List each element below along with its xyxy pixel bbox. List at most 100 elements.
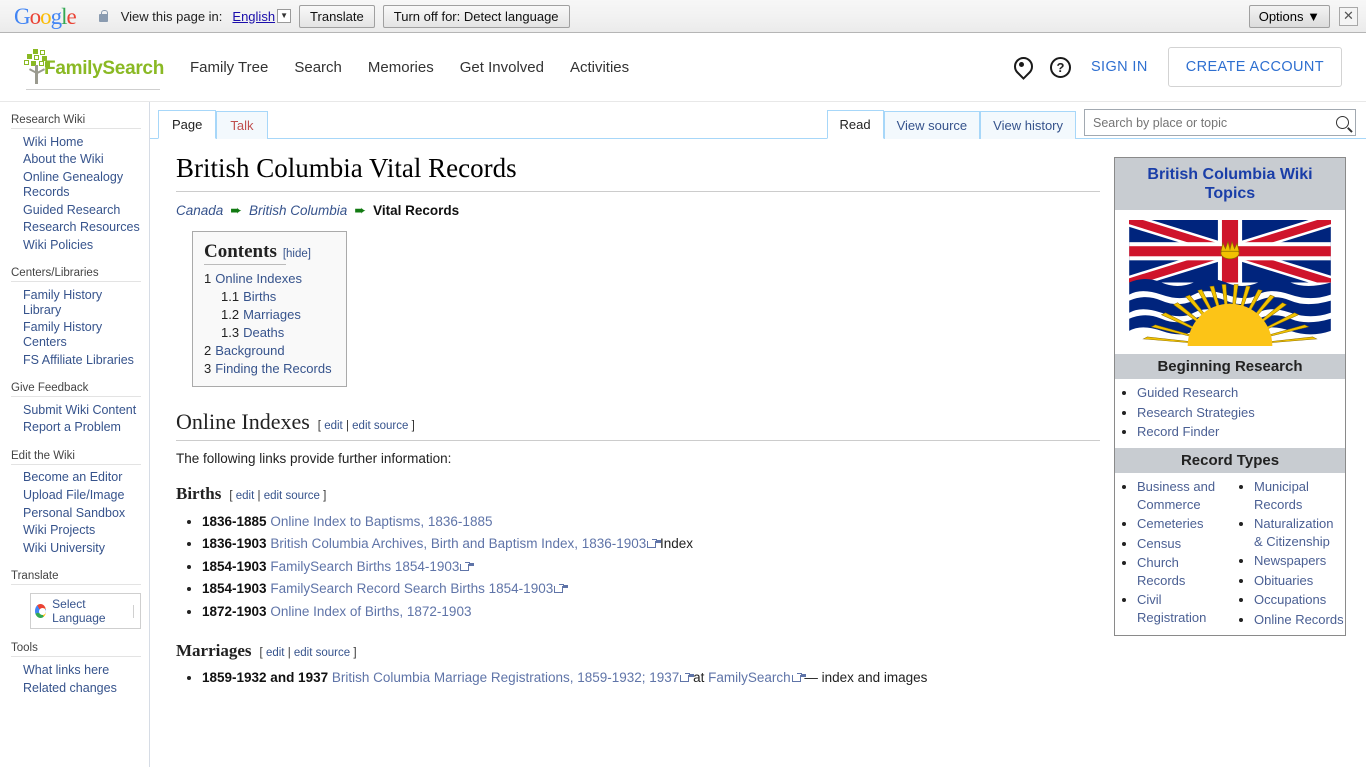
- date-range: 1854-1903: [202, 558, 267, 574]
- edit-link[interactable]: edit: [324, 420, 343, 432]
- chevron-down-icon[interactable]: ▼: [277, 9, 292, 23]
- record-link[interactable]: Online Index of Births, 1872-1903: [270, 604, 471, 619]
- topic-link-municipal-records[interactable]: Municipal Records: [1254, 479, 1309, 512]
- topic-link-naturalization-citizenship[interactable]: Naturalization & Citizenship: [1254, 516, 1334, 549]
- table-of-contents: Contents [hide] 1 Online Indexes 1.1 Birth…: [192, 231, 347, 387]
- record-link[interactable]: Online Index to Baptisms, 1836-1885: [270, 514, 492, 529]
- sidebar-item-become-an-editor[interactable]: Become an Editor: [11, 469, 141, 487]
- nav-item-memories[interactable]: Memories: [368, 59, 434, 76]
- topic-link-cemeteries[interactable]: Cemeteries: [1137, 516, 1203, 531]
- nav-item-activities[interactable]: Activities: [570, 59, 629, 76]
- sidebar-item-fs-affiliate-libraries[interactable]: FS Affiliate Libraries: [11, 351, 141, 369]
- language-link[interactable]: English: [232, 9, 275, 24]
- help-icon[interactable]: ?: [1049, 56, 1071, 78]
- toc-hide-toggle[interactable]: [hide]: [283, 248, 311, 260]
- record-link[interactable]: British Columbia Archives, Birth and Bap…: [270, 536, 646, 551]
- topic-link-research-strategies[interactable]: Research Strategies: [1137, 405, 1255, 420]
- wiki-search-box[interactable]: [1084, 109, 1356, 136]
- nav-item-family-tree[interactable]: Family Tree: [190, 59, 268, 76]
- list-item: Business and Commerce: [1137, 477, 1228, 514]
- create-account-button[interactable]: CREATE ACCOUNT: [1167, 47, 1342, 87]
- toc-link-births[interactable]: Births: [243, 289, 276, 304]
- toc-link-background[interactable]: Background: [215, 343, 284, 358]
- tab-view-history[interactable]: View history: [980, 111, 1076, 139]
- tab-read[interactable]: Read: [826, 110, 884, 139]
- list-item: Naturalization & Citizenship: [1254, 514, 1345, 551]
- infobox-title: British Columbia Wiki Topics: [1115, 158, 1345, 211]
- sidebar-item-related-changes[interactable]: Related changes: [11, 679, 141, 697]
- translate-button[interactable]: Translate: [299, 4, 375, 28]
- sidebar-item-research-resources[interactable]: Research Resources: [11, 219, 141, 237]
- record-link[interactable]: FamilySearch Births 1854-1903: [270, 559, 459, 574]
- sidebar-item-submit-wiki-content[interactable]: Submit Wiki Content: [11, 401, 141, 419]
- tab-page[interactable]: Page: [158, 110, 217, 139]
- topic-link-guided-research[interactable]: Guided Research: [1137, 385, 1238, 400]
- record-link[interactable]: British Columbia Marriage Registrations,…: [332, 670, 679, 685]
- sidebar-item-guided-research[interactable]: Guided Research: [11, 201, 141, 219]
- sidebar-item-about-the-wiki[interactable]: About the Wiki: [11, 151, 141, 169]
- sidebar-item-wiki-home[interactable]: Wiki Home: [11, 133, 141, 151]
- language-selector[interactable]: English ▼: [232, 9, 292, 24]
- options-button[interactable]: Options ▼: [1248, 4, 1330, 28]
- topic-link-online-records[interactable]: Online Records: [1254, 612, 1344, 627]
- select-language-widget[interactable]: Select Language: [30, 593, 141, 630]
- births-list: 1836-1885 Online Index to Baptisms, 1836…: [176, 510, 1100, 623]
- sidebar-item-family-history-centers[interactable]: Family History Centers: [11, 319, 141, 352]
- breadcrumb-item-british-columbia[interactable]: British Columbia: [249, 203, 347, 218]
- list-item: 1836-1903 British Columbia Archives, Bir…: [202, 533, 1100, 556]
- familysearch-logo[interactable]: FamilySearch: [24, 49, 164, 90]
- close-icon[interactable]: ✕: [1339, 6, 1358, 26]
- sidebar-item-wiki-projects[interactable]: Wiki Projects: [11, 522, 141, 540]
- topic-link-census[interactable]: Census: [1137, 536, 1181, 551]
- toc-link-online-indexes[interactable]: Online Indexes: [215, 271, 302, 286]
- sidebar-group-translate: Select Language: [11, 584, 141, 630]
- topic-link-church-records[interactable]: Church Records: [1137, 555, 1185, 588]
- sidebar-item-online-genealogy-records[interactable]: Online Genealogy Records: [11, 169, 141, 202]
- familysearch-link[interactable]: FamilySearch: [708, 670, 791, 685]
- record-types-list-1: Business and Commerce Cemeteries Census …: [1115, 477, 1228, 627]
- edit-link[interactable]: edit: [236, 490, 255, 502]
- breadcrumb-item-canada[interactable]: Canada: [176, 203, 223, 218]
- edit-link[interactable]: edit: [266, 647, 285, 659]
- turn-off-translate-button[interactable]: Turn off for: Detect language: [382, 4, 570, 28]
- sidebar-item-family-history-library[interactable]: Family History Library: [11, 286, 141, 319]
- toc-link-deaths[interactable]: Deaths: [243, 325, 284, 340]
- topic-link-civil-registration[interactable]: Civil Registration: [1137, 592, 1206, 625]
- nav-item-get-involved[interactable]: Get Involved: [460, 59, 544, 76]
- sign-in-button[interactable]: SIGN IN: [1091, 59, 1148, 75]
- section-heading-marriages: Marriages [ edit | edit source ]: [176, 641, 1100, 661]
- edit-source-link[interactable]: edit source: [264, 490, 320, 502]
- bracket-open: [: [259, 646, 263, 659]
- toc-link-finding-the-records[interactable]: Finding the Records: [215, 361, 331, 376]
- sidebar-item-what-links-here[interactable]: What links here: [11, 661, 141, 679]
- nav-item-search[interactable]: Search: [294, 59, 342, 76]
- search-input[interactable]: [1091, 114, 1336, 131]
- tab-view-source[interactable]: View source: [883, 111, 981, 139]
- edit-links: [ edit | edit source ]: [318, 420, 415, 432]
- list-item: 1836-1885 Online Index to Baptisms, 1836…: [202, 510, 1100, 533]
- topic-link-obituaries[interactable]: Obituaries: [1254, 573, 1313, 588]
- tab-talk[interactable]: Talk: [216, 111, 268, 139]
- section-title: Births: [176, 484, 222, 503]
- topic-link-occupations[interactable]: Occupations: [1254, 592, 1326, 607]
- tab-bar-right: Read View source View history: [826, 109, 1356, 139]
- sidebar-item-upload-file-image[interactable]: Upload File/Image: [11, 486, 141, 504]
- topic-link-newspapers[interactable]: Newspapers: [1254, 553, 1326, 568]
- record-link[interactable]: FamilySearch Record Search Births 1854-1…: [270, 581, 553, 596]
- topic-link-business-and-commerce[interactable]: Business and Commerce: [1137, 479, 1215, 512]
- sidebar-item-wiki-university[interactable]: Wiki University: [11, 540, 141, 558]
- sidebar-item-personal-sandbox[interactable]: Personal Sandbox: [11, 504, 141, 522]
- list-item: Newspapers: [1254, 551, 1345, 571]
- record-types-columns: Business and Commerce Cemeteries Census …: [1115, 473, 1345, 635]
- toc-link-marriages[interactable]: Marriages: [243, 307, 301, 322]
- search-icon[interactable]: [1336, 116, 1349, 129]
- sidebar-item-wiki-policies[interactable]: Wiki Policies: [11, 237, 141, 255]
- location-pin-icon[interactable]: [1013, 57, 1030, 77]
- topic-link-record-finder[interactable]: Record Finder: [1137, 424, 1219, 439]
- article: British Columbia Vital Records Canada ➨ …: [176, 153, 1100, 767]
- edit-source-link[interactable]: edit source: [294, 647, 350, 659]
- external-link-icon: [554, 584, 564, 594]
- edit-source-link[interactable]: edit source: [352, 420, 408, 432]
- date-range: 1872-1903: [202, 603, 267, 619]
- sidebar-item-report-a-problem[interactable]: Report a Problem: [11, 419, 141, 437]
